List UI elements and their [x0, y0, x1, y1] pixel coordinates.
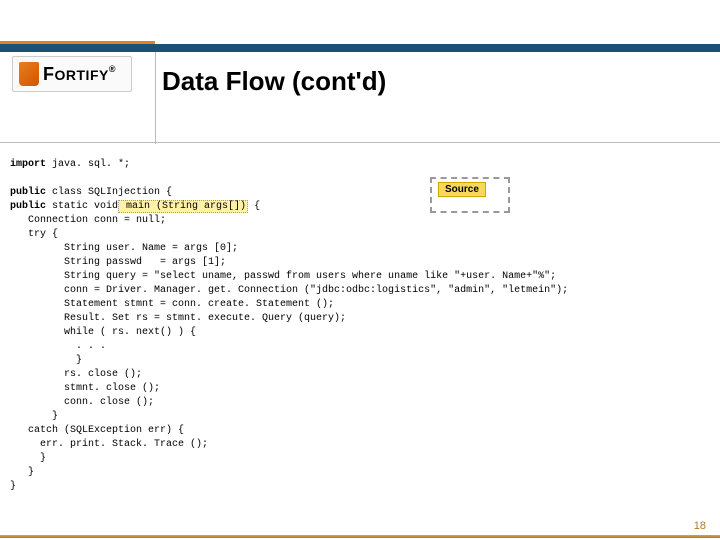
fortify-logo: FORTIFY®	[12, 56, 132, 92]
source-callout: Source	[430, 177, 510, 213]
source-label: Source	[438, 182, 486, 197]
divider-vertical	[155, 52, 156, 144]
divider-horizontal	[0, 142, 720, 143]
header-orange-strip	[0, 41, 155, 44]
code-block: import java. sql. *; public class SQLInj…	[10, 158, 712, 494]
footer-line	[0, 535, 720, 538]
highlight-main-args: main (String args[])	[118, 200, 248, 213]
slide-title: Data Flow (cont'd)	[162, 66, 386, 97]
logo-text: FORTIFY®	[43, 64, 116, 85]
shield-icon	[19, 62, 39, 86]
page-number: 18	[694, 520, 706, 532]
header-blue-band	[0, 44, 720, 52]
